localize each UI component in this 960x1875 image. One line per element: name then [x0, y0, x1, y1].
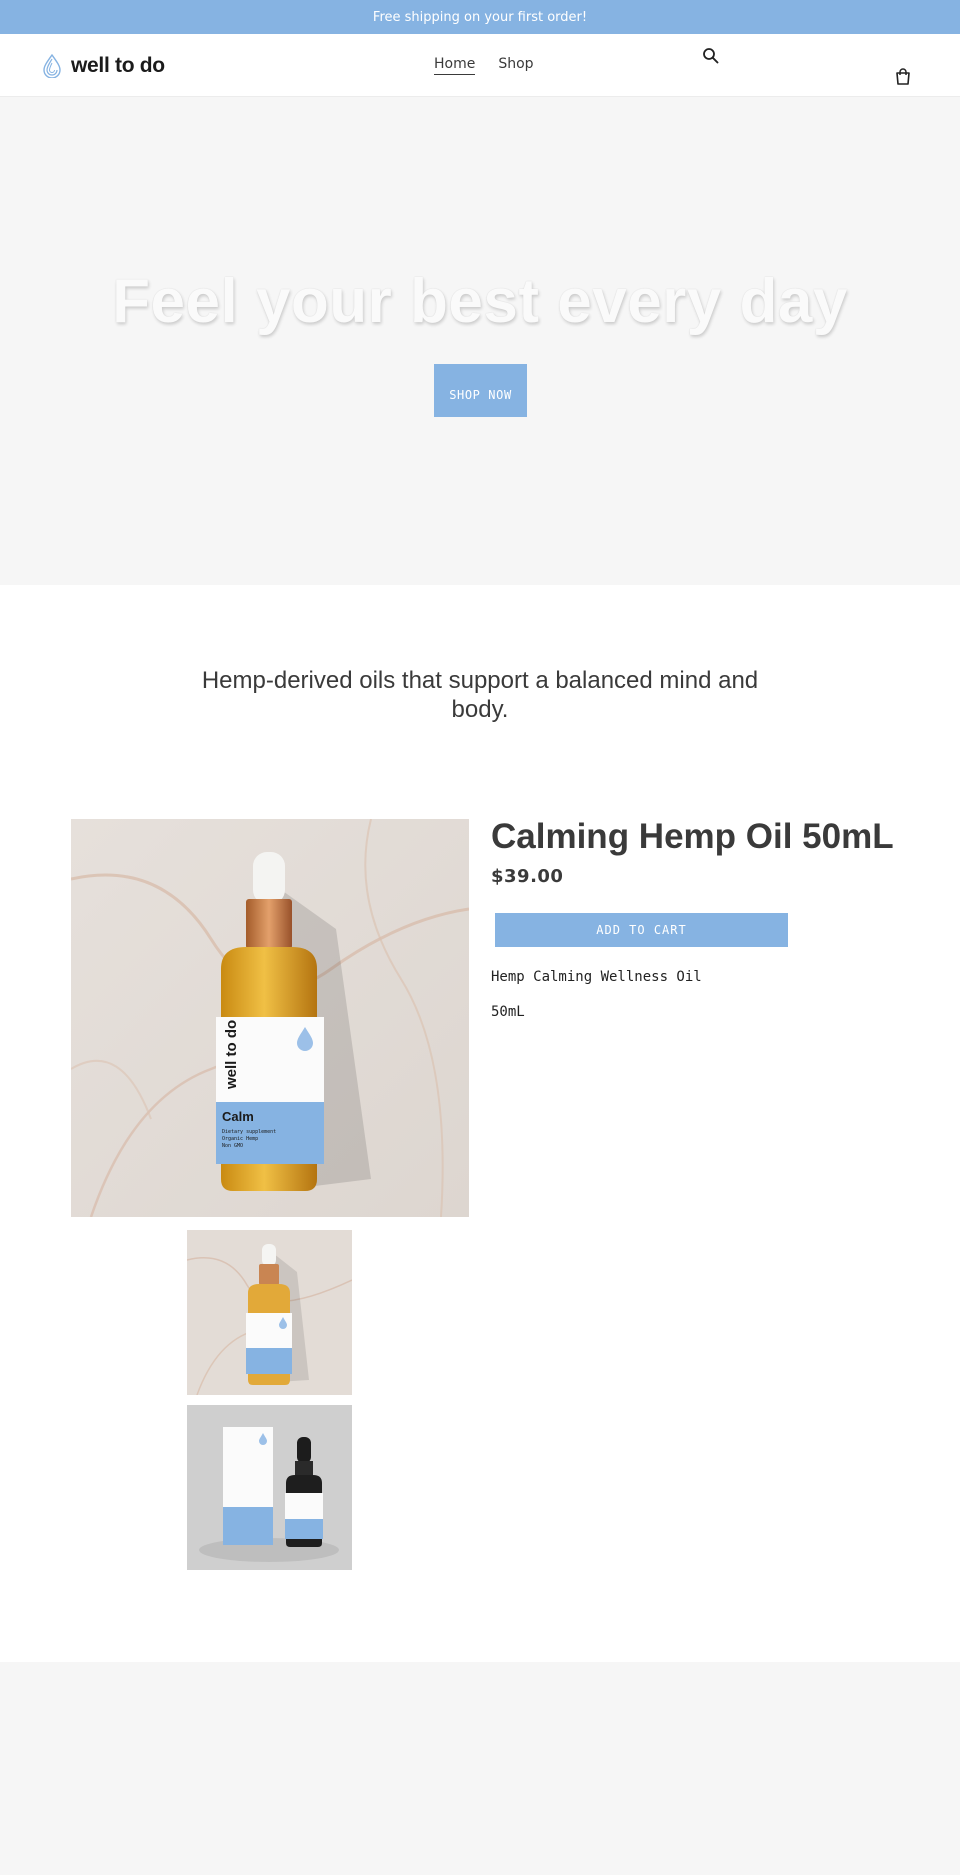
- product-description-line-1: Hemp Calming Wellness Oil: [491, 969, 702, 985]
- label-brand-text: well to do: [223, 1020, 240, 1090]
- cart-button[interactable]: [895, 68, 911, 86]
- product-photo: well to do Calm Dietary supplement Organ…: [71, 819, 469, 1217]
- product-main-image[interactable]: well to do Calm Dietary supplement Organ…: [71, 819, 469, 1217]
- product-thumbnail-2[interactable]: [187, 1405, 352, 1570]
- thumbnail-photo-2: [187, 1405, 352, 1570]
- announcement-bar: Free shipping on your first order!: [0, 0, 960, 34]
- brand-logo[interactable]: well to do: [41, 54, 165, 78]
- tagline: Hemp-derived oils that support a balance…: [201, 667, 759, 723]
- product-title: Calming Hemp Oil 50mL: [491, 817, 894, 856]
- shop-now-button[interactable]: SHOP NOW: [434, 364, 527, 417]
- label-detail-3: Non GMO: [222, 1143, 243, 1149]
- product-price: $39.00: [491, 866, 564, 887]
- search-icon: [703, 48, 719, 64]
- thumbnail-photo-1: [187, 1230, 352, 1395]
- site-header: well to do Home Shop: [0, 34, 960, 97]
- droplet-logo-icon: [43, 54, 61, 78]
- hero-banner: Feel your best every day SHOP NOW: [0, 97, 960, 585]
- label-detail-1: Dietary supplement: [222, 1129, 276, 1135]
- announcement-text: Free shipping on your first order!: [372, 9, 588, 25]
- nav-home-link[interactable]: Home: [434, 56, 476, 75]
- hero-title: Feel your best every day: [112, 267, 848, 336]
- label-name-text: Calm: [222, 1109, 254, 1124]
- search-button[interactable]: [702, 47, 720, 65]
- cart-icon: [896, 68, 910, 85]
- add-to-cart-button[interactable]: ADD TO CART: [495, 913, 788, 947]
- product-description-line-2: 50mL: [491, 1004, 525, 1020]
- label-detail-2: Organic Hemp: [222, 1136, 258, 1142]
- main-nav: Home Shop: [434, 56, 534, 75]
- brand-name: well to do: [71, 54, 165, 77]
- site-footer: [0, 1662, 960, 1875]
- nav-shop-link[interactable]: Shop: [498, 56, 533, 75]
- product-thumbnail-1[interactable]: [187, 1230, 352, 1395]
